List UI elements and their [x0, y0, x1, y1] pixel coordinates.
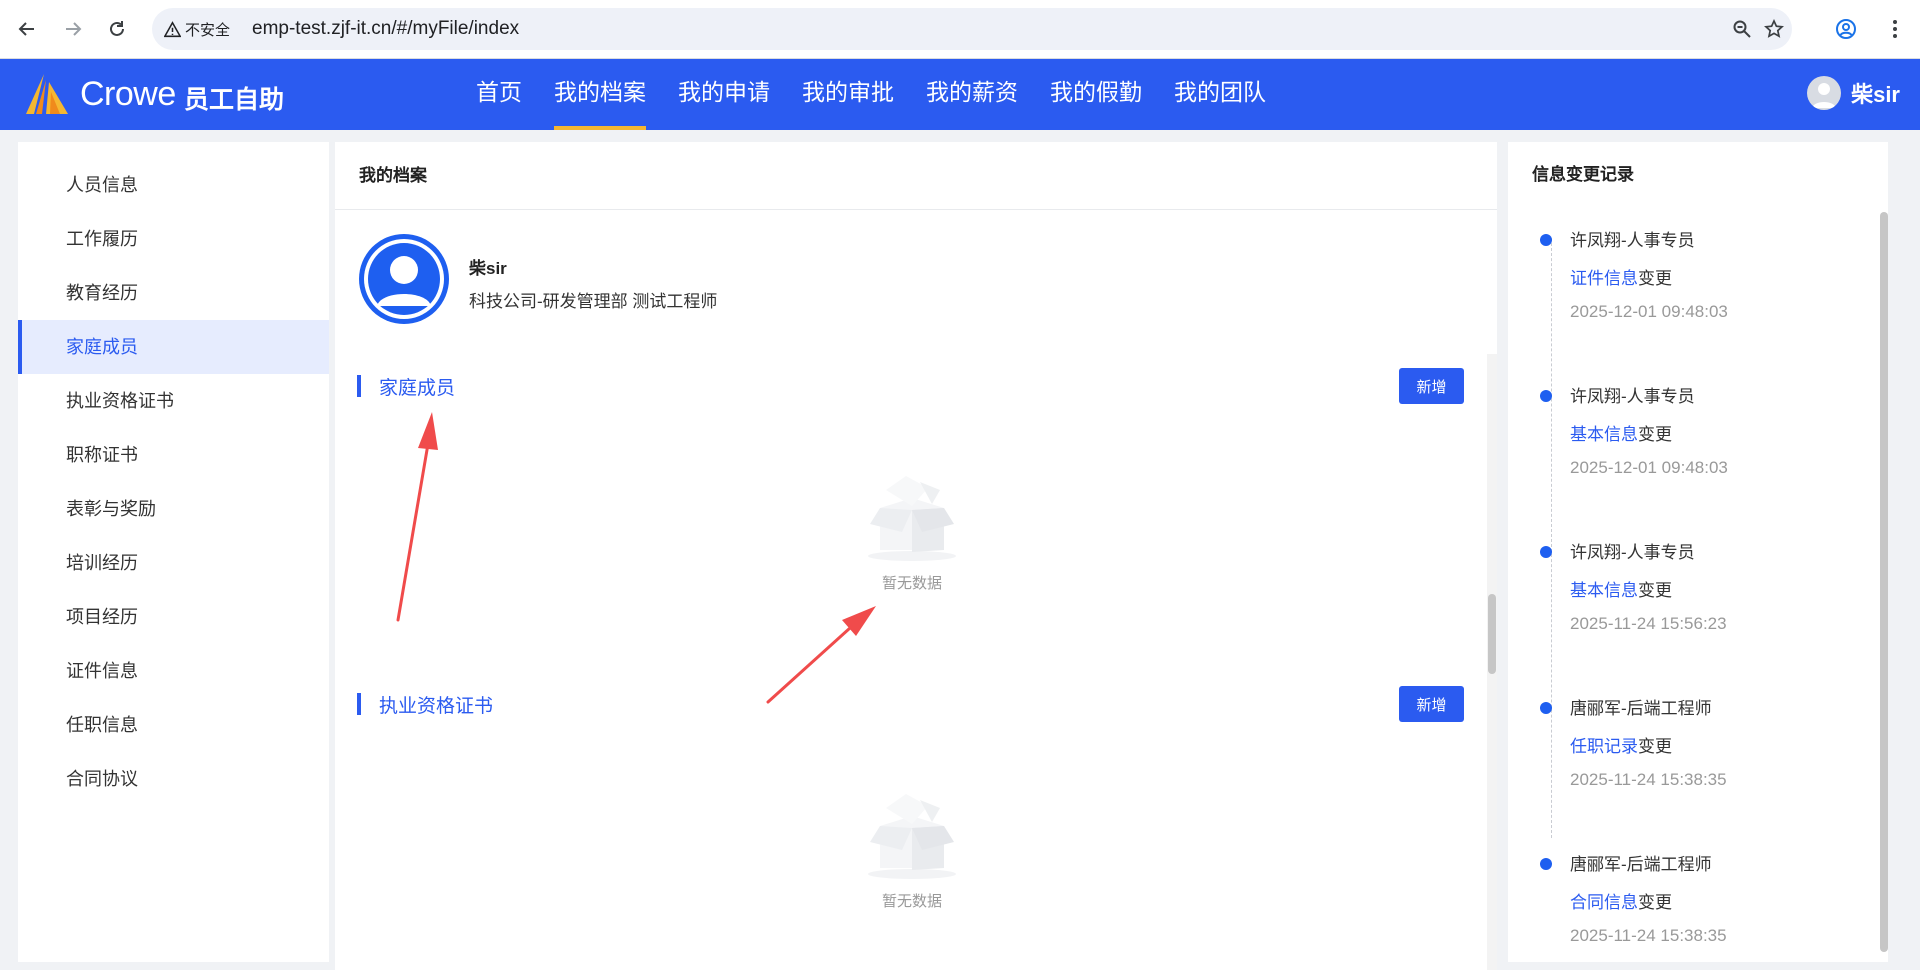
nav-my-approvals[interactable]: 我的审批 [786, 59, 910, 130]
record-time: 2025-11-24 15:38:35 [1570, 926, 1727, 945]
timeline-line [1551, 238, 1552, 838]
bookmark-star-icon[interactable] [1762, 17, 1786, 41]
url-text[interactable]: emp-test.zjf-it.cn/#/myFile/index [252, 8, 519, 50]
sidebar-item-id-documents[interactable]: 证件信息 [18, 644, 329, 698]
record-link[interactable]: 合同信息 [1570, 893, 1638, 912]
record-link[interactable]: 证件信息 [1570, 269, 1638, 288]
sidebar: 人员信息 工作履历 教育经历 家庭成员 执业资格证书 职称证书 表彰与奖励 培训… [18, 142, 329, 962]
section-title: 执业资格证书 [379, 695, 494, 717]
timeline-dot [1540, 702, 1552, 714]
page-title: 我的档案 [335, 142, 1497, 210]
nav-my-attendance[interactable]: 我的假勤 [1034, 59, 1158, 130]
sidebar-item-awards[interactable]: 表彰与奖励 [18, 482, 329, 536]
sidebar-item-contracts[interactable]: 合同协议 [18, 752, 329, 806]
record-operator: 唐郦军-后端工程师 [1570, 699, 1712, 718]
security-indicator[interactable]: 不安全 [164, 16, 230, 42]
user-name: 柴sir [1851, 82, 1900, 107]
record-time: 2025-11-24 15:38:35 [1570, 770, 1727, 789]
nav-my-salary[interactable]: 我的薪资 [910, 59, 1034, 130]
forward-icon[interactable] [58, 14, 88, 44]
nav-my-team[interactable]: 我的团队 [1158, 59, 1282, 130]
sidebar-item-work-history[interactable]: 工作履历 [18, 212, 329, 266]
profile-department: 科技公司-研发管理部 测试工程师 [469, 292, 718, 311]
record-action: 变更 [1638, 737, 1672, 756]
reload-icon[interactable] [102, 14, 132, 44]
sidebar-item-personal-info[interactable]: 人员信息 [18, 158, 329, 212]
zoom-icon[interactable] [1730, 17, 1754, 41]
empty-state: 暂无数据 [842, 468, 982, 593]
menu-kebab-icon[interactable] [1880, 14, 1910, 44]
browser-toolbar: 不安全 emp-test.zjf-it.cn/#/myFile/index [0, 0, 1920, 59]
crowe-logo-icon [22, 72, 72, 121]
sidebar-item-title-certs[interactable]: 职称证书 [18, 428, 329, 482]
record-time: 2025-12-01 09:48:03 [1570, 302, 1728, 321]
empty-box-icon [868, 794, 956, 879]
sidebar-item-positions[interactable]: 任职信息 [18, 698, 329, 752]
nav-my-applications[interactable]: 我的申请 [662, 59, 786, 130]
record-operator: 许凤翔-人事专员 [1570, 231, 1695, 250]
user-icon [364, 239, 444, 319]
change-log-title: 信息变更记录 [1532, 165, 1634, 184]
profile-avatar [359, 234, 449, 324]
avatar [1807, 76, 1842, 110]
sidebar-item-training[interactable]: 培训经历 [18, 536, 329, 590]
record-link[interactable]: 基本信息 [1570, 425, 1638, 444]
main-panel: 我的档案 柴sir 科技公司-研发管理部 测试工程师 家庭成员 新增 暂无数据 … [335, 142, 1497, 970]
profile-name: 柴sir [469, 259, 507, 278]
empty-text: 暂无数据 [881, 893, 942, 910]
user-menu[interactable]: 柴sir [1807, 76, 1900, 110]
sidebar-item-projects[interactable]: 项目经历 [18, 590, 329, 644]
record-time: 2025-11-24 15:56:23 [1570, 614, 1727, 633]
sidebar-item-qualification-certs[interactable]: 执业资格证书 [18, 374, 329, 428]
timeline-dot [1540, 234, 1552, 246]
timeline-dot [1540, 390, 1552, 402]
empty-state: 暂无数据 [842, 786, 982, 911]
change-log-panel: 信息变更记录 许凤翔-人事专员 证件信息变更 2025-12-01 09:48:… [1508, 142, 1888, 962]
change-log-scrollbar[interactable] [1880, 212, 1888, 952]
profile-icon[interactable] [1831, 14, 1861, 44]
logo-text[interactable]: Crowe [80, 75, 176, 114]
sidebar-item-education[interactable]: 教育经历 [18, 266, 329, 320]
security-label: 不安全 [185, 21, 231, 39]
section-title: 家庭成员 [379, 377, 456, 399]
app-header: Crowe 员工自助 首页 我的档案 我的申请 我的审批 我的薪资 我的假勤 我… [0, 59, 1920, 130]
section-marker [357, 693, 361, 715]
sidebar-item-family-members[interactable]: 家庭成员 [18, 320, 329, 374]
scrollbar-thumb[interactable] [1488, 594, 1496, 674]
record-action: 变更 [1638, 581, 1672, 600]
timeline-dot [1540, 858, 1552, 870]
user-icon [1812, 83, 1837, 108]
empty-text: 暂无数据 [881, 575, 942, 592]
address-bar[interactable]: 不安全 emp-test.zjf-it.cn/#/myFile/index [152, 8, 1792, 50]
record-operator: 唐郦军-后端工程师 [1570, 855, 1712, 874]
record-operator: 许凤翔-人事专员 [1570, 387, 1695, 406]
nav-home[interactable]: 首页 [460, 59, 538, 130]
record-link[interactable]: 任职记录 [1570, 737, 1638, 756]
record-operator: 许凤翔-人事专员 [1570, 543, 1695, 562]
section-family-members: 家庭成员 新增 [357, 368, 1464, 404]
record-action: 变更 [1638, 269, 1672, 288]
add-family-member-button[interactable]: 新增 [1399, 368, 1464, 404]
section-qualification-certs: 执业资格证书 新增 [357, 686, 1464, 722]
section-marker [357, 375, 361, 397]
warning-icon [164, 20, 181, 37]
main-scrollbar[interactable] [1487, 354, 1497, 970]
profile-card: 柴sir 科技公司-研发管理部 测试工程师 [359, 234, 717, 324]
record-link[interactable]: 基本信息 [1570, 581, 1638, 600]
record-time: 2025-12-01 09:48:03 [1570, 458, 1728, 477]
timeline-dot [1540, 546, 1552, 558]
empty-box-icon [868, 476, 956, 561]
record-action: 变更 [1638, 425, 1672, 444]
main-nav: 首页 我的档案 我的申请 我的审批 我的薪资 我的假勤 我的团队 [460, 59, 1282, 130]
record-action: 变更 [1638, 893, 1672, 912]
logo-subtitle: 员工自助 [184, 86, 285, 114]
back-icon[interactable] [12, 14, 42, 44]
add-qualification-cert-button[interactable]: 新增 [1399, 686, 1464, 722]
nav-my-file[interactable]: 我的档案 [538, 59, 662, 130]
